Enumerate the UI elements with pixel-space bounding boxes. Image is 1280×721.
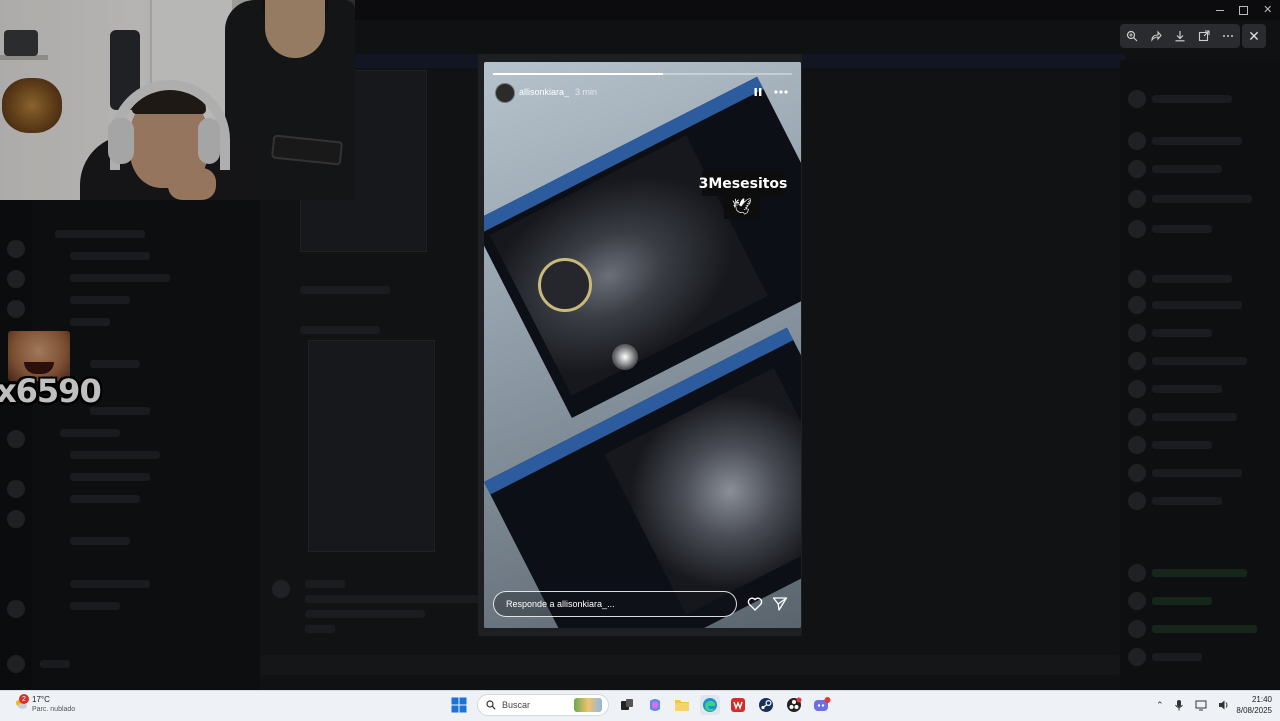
discord-app[interactable] <box>812 695 832 715</box>
file-explorer-app[interactable] <box>672 695 692 715</box>
gestational-sac <box>538 258 592 312</box>
copilot-icon <box>650 699 660 711</box>
wps-office-app[interactable] <box>728 695 748 715</box>
search-highlight-icon <box>574 698 602 712</box>
search-placeholder: Buscar <box>502 700 531 710</box>
edge-icon <box>703 698 717 712</box>
taskbar-clock[interactable]: 21:40 8/08/2025 <box>1232 694 1272 716</box>
clock-date: 8/08/2025 <box>1236 706 1272 715</box>
viewer-close-button[interactable]: ✕ <box>1242 24 1266 48</box>
search-icon <box>486 700 496 710</box>
clock-time: 21:40 <box>1251 695 1272 704</box>
pause-icon <box>754 88 762 96</box>
download-icon[interactable] <box>1171 27 1189 45</box>
weather-temperature[interactable]: 17°C <box>32 695 50 704</box>
weather-notification-badge: 2 <box>19 694 29 704</box>
system-tray: ⌃ <box>1156 697 1230 713</box>
window-close-icon[interactable]: ✕ <box>1263 4 1272 16</box>
edge-app[interactable] <box>700 695 720 715</box>
obs-icon <box>787 697 802 712</box>
more-horizontal-icon <box>774 90 788 94</box>
zoom-in-icon[interactable] <box>1123 27 1141 45</box>
story-time-ago: 3 min <box>575 87 598 97</box>
story-progress-bar <box>493 73 792 75</box>
window-controls: ✕ <box>1208 3 1280 17</box>
task-view-button[interactable] <box>617 695 637 715</box>
share-icon[interactable] <box>1147 27 1165 45</box>
folder-icon <box>675 700 689 711</box>
weather-description[interactable]: Parc. nublado <box>32 706 75 713</box>
dove-emoji-sticker: 🕊 <box>724 195 760 219</box>
taskbar <box>0 690 1280 721</box>
taskbar-search[interactable]: Buscar <box>477 694 609 716</box>
story-text-sticker: 3Mesesitos <box>699 171 787 196</box>
story-username[interactable]: allisonkiara_ <box>519 87 569 97</box>
microphone-icon[interactable] <box>1174 699 1184 711</box>
like-button[interactable] <box>747 596 763 612</box>
story-more-button[interactable] <box>772 86 790 98</box>
story-user-avatar[interactable] <box>495 83 515 103</box>
wps-icon <box>731 698 745 712</box>
steam-icon <box>759 698 773 712</box>
discord-icon <box>814 697 831 711</box>
chevron-up-icon[interactable]: ⌃ <box>1156 700 1164 711</box>
start-button[interactable] <box>451 697 467 713</box>
story-progress-fill <box>493 73 664 75</box>
volume-icon[interactable] <box>1218 699 1230 711</box>
minimize-icon[interactable] <box>1215 9 1224 11</box>
send-icon <box>772 597 788 611</box>
pause-button[interactable] <box>752 86 764 98</box>
story-user-header[interactable]: allisonkiara_ 3 min <box>519 87 597 97</box>
open-external-icon[interactable] <box>1195 27 1213 45</box>
viewer-toolbar <box>1120 24 1240 48</box>
heart-icon <box>747 597 763 611</box>
send-button[interactable] <box>772 596 788 612</box>
more-icon[interactable] <box>1219 27 1237 45</box>
steam-app[interactable] <box>756 695 776 715</box>
story-reply-input[interactable]: Responde a allisonkiara_... <box>493 591 737 617</box>
maximize-icon[interactable] <box>1238 5 1248 15</box>
monitor-icon[interactable] <box>1195 699 1207 711</box>
close-icon: ✕ <box>1248 28 1260 44</box>
copilot-app[interactable] <box>645 695 665 715</box>
windows-logo-icon <box>451 697 467 713</box>
instagram-story[interactable]: 3Mesesitos 🕊 allisonkiara_ 3 min Responde… <box>484 62 801 628</box>
obs-app[interactable] <box>784 695 804 715</box>
task-view-icon <box>621 699 633 710</box>
